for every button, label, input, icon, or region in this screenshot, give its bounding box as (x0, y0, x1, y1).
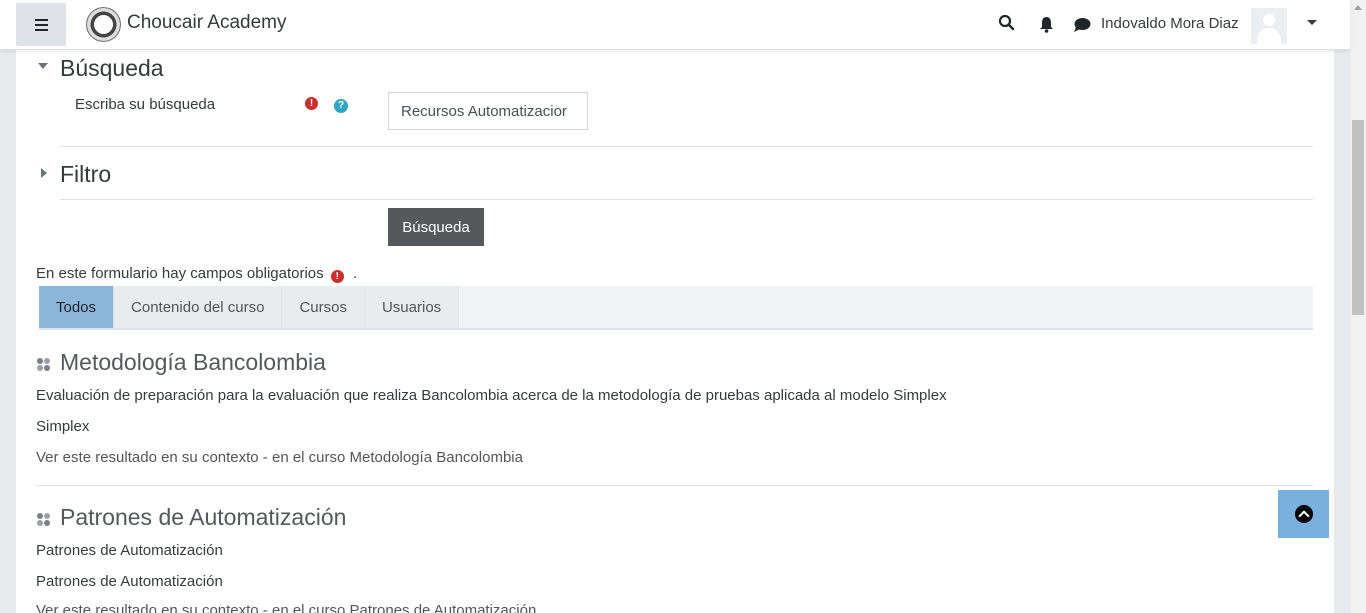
menu-button[interactable] (16, 3, 66, 46)
help-icon[interactable]: ? (334, 99, 348, 113)
activity-icon (36, 512, 51, 527)
search-input[interactable] (388, 92, 588, 130)
result-context-link[interactable]: Ver este resultado en su contexto - en e… (36, 449, 523, 466)
filter-section-title[interactable]: Filtro (60, 161, 111, 188)
scroll-up-arrow-icon[interactable] (1354, 5, 1362, 10)
chevron-up-icon (1294, 505, 1313, 523)
divider (60, 146, 1313, 147)
search-icon[interactable] (998, 14, 1015, 36)
site-logo[interactable] (86, 7, 121, 42)
required-icon: ! (305, 97, 318, 110)
required-note-text: En este formulario hay campos obligatori… (36, 265, 324, 282)
user-avatar[interactable] (1251, 8, 1287, 44)
user-name[interactable]: Indovaldo Mora Diaz (1101, 15, 1239, 32)
main-content: Búsqueda Escriba su búsqueda ! ? Filtro … (16, 50, 1334, 613)
site-brand[interactable]: Choucair Academy (127, 12, 286, 34)
expand-toggle-icon[interactable] (41, 168, 47, 178)
scroll-to-top-button[interactable] (1278, 490, 1329, 538)
result-description: Evaluación de preparación para la evalua… (36, 387, 947, 404)
search-submit-button[interactable]: Búsqueda (388, 208, 484, 246)
search-field-label: Escriba su búsqueda (75, 96, 216, 113)
result-title[interactable]: Patrones de Automatización (60, 504, 346, 531)
bell-icon[interactable] (1039, 16, 1054, 38)
menu-icon (34, 19, 48, 31)
activity-icon (36, 357, 51, 372)
divider (60, 199, 1313, 200)
search-section-title[interactable]: Búsqueda (60, 55, 164, 82)
tab-todos[interactable]: Todos (39, 286, 115, 328)
required-fields-note: En este formulario hay campos obligatori… (36, 265, 358, 283)
tab-usuarios[interactable]: Usuarios (364, 286, 460, 328)
page-scrollbar[interactable] (1350, 0, 1366, 613)
required-icon: ! (330, 270, 344, 283)
chat-icon[interactable] (1073, 17, 1091, 38)
tab-cursos[interactable]: Cursos (282, 286, 365, 328)
required-note-end: . (353, 265, 358, 282)
result-title[interactable]: Metodología Bancolombia (60, 349, 326, 376)
results-tabs: Todos Contenido del curso Cursos Usuario… (39, 286, 1313, 330)
result-context-link[interactable]: Ver este resultado en su contexto - en e… (36, 602, 536, 613)
divider (36, 485, 1313, 486)
top-navbar: Choucair Academy Indovaldo Mora Diaz (0, 0, 1350, 50)
collapse-toggle-icon[interactable] (38, 63, 48, 69)
chevron-down-icon[interactable] (1307, 20, 1317, 25)
result-summary: Simplex (36, 418, 90, 435)
result-summary: Patrones de Automatización (36, 573, 223, 590)
scrollbar-thumb[interactable] (1352, 120, 1364, 315)
result-description: Patrones de Automatización (36, 542, 223, 559)
tab-contenido-del-curso[interactable]: Contenido del curso (114, 286, 283, 328)
